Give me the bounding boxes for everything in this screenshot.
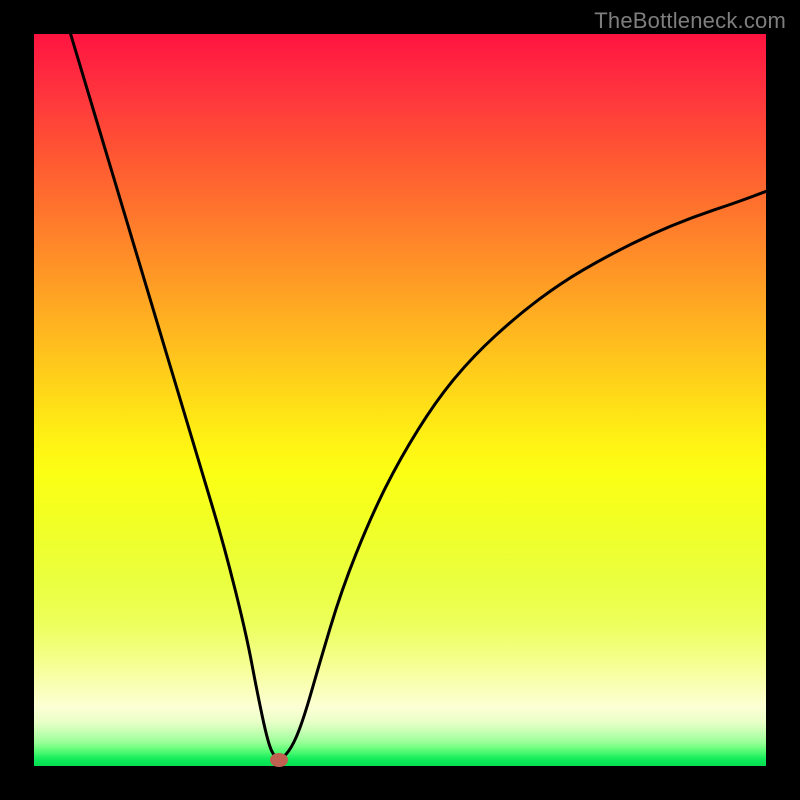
optimal-point-marker [270, 753, 288, 767]
chart-frame: TheBottleneck.com [0, 0, 800, 800]
plot-area [34, 34, 766, 766]
curve-layer [34, 34, 766, 766]
bottleneck-curve [71, 34, 766, 759]
watermark-text: TheBottleneck.com [594, 8, 786, 34]
